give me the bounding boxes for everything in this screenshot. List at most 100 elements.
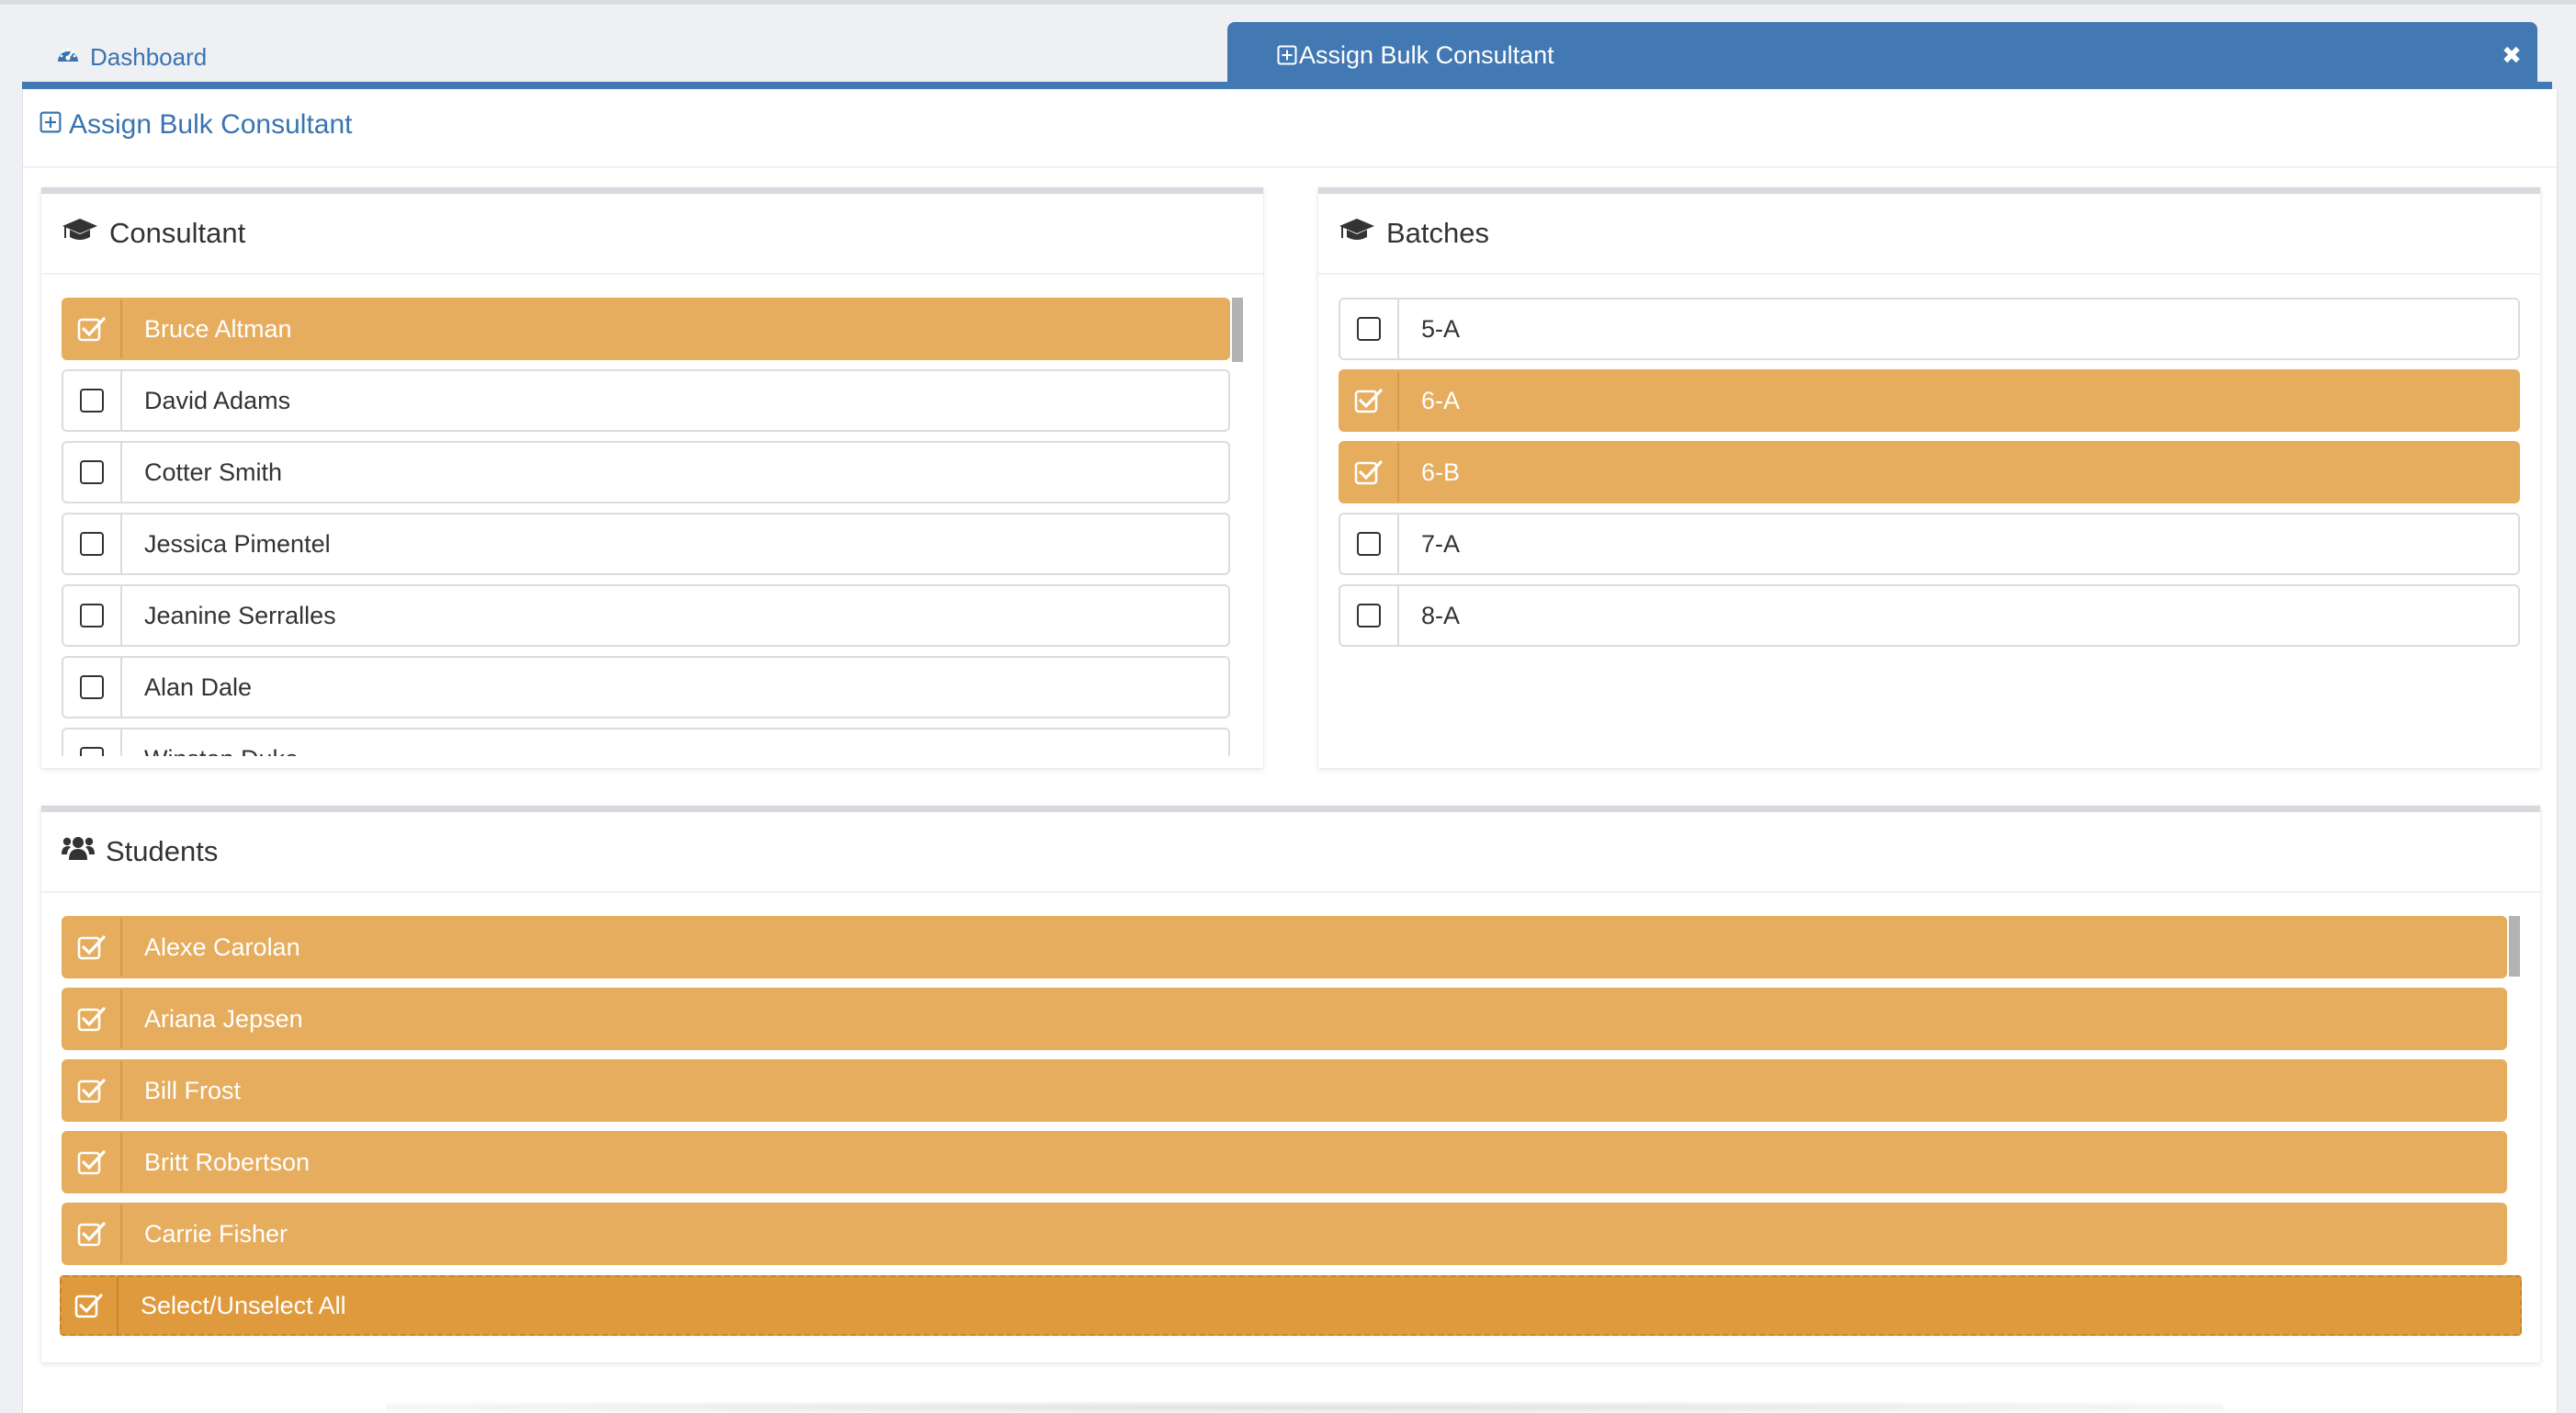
item-label: 8-A bbox=[1421, 601, 1461, 629]
select-all-checkbox[interactable] bbox=[62, 1277, 119, 1334]
list-item[interactable]: Alexe Carolan bbox=[62, 916, 2507, 978]
item-label: 5-A bbox=[1421, 314, 1461, 343]
item-checkbox[interactable] bbox=[1340, 586, 1399, 645]
empty-box-icon bbox=[80, 460, 104, 484]
list-item[interactable]: Britt Robertson bbox=[62, 1131, 2507, 1193]
checked-box-icon bbox=[77, 935, 106, 960]
batches-list[interactable]: 5-A 6-A 6-B 7-A 8-A bbox=[1339, 298, 2520, 756]
item-checkbox[interactable] bbox=[63, 1061, 122, 1120]
item-checkbox[interactable] bbox=[63, 1204, 122, 1263]
item-checkbox[interactable] bbox=[63, 300, 122, 358]
empty-box-icon bbox=[80, 747, 104, 756]
item-checkbox[interactable] bbox=[63, 1133, 122, 1192]
checked-box-icon bbox=[1354, 460, 1383, 485]
tab-dashboard-label: Dashboard bbox=[90, 42, 208, 71]
tab-underline bbox=[22, 82, 2552, 89]
item-checkbox[interactable] bbox=[1340, 443, 1399, 502]
item-checkbox[interactable] bbox=[63, 918, 122, 977]
item-checkbox[interactable] bbox=[1340, 300, 1399, 358]
plus-square-icon bbox=[40, 109, 62, 141]
empty-box-icon bbox=[1357, 317, 1381, 341]
item-label: David Adams bbox=[144, 386, 291, 414]
item-checkbox[interactable] bbox=[1340, 371, 1399, 430]
dashboard-icon bbox=[55, 43, 81, 72]
close-icon[interactable]: ✖ bbox=[2501, 43, 2523, 67]
students-scrollbar[interactable] bbox=[2509, 916, 2520, 977]
list-item[interactable]: Jessica Pimentel bbox=[62, 513, 1230, 575]
item-checkbox[interactable] bbox=[63, 443, 122, 502]
consultant-panel-header: Consultant bbox=[41, 194, 1263, 275]
list-item[interactable]: 6-A bbox=[1339, 369, 2520, 432]
consultant-panel-title: Consultant bbox=[109, 217, 246, 249]
item-checkbox[interactable] bbox=[1340, 514, 1399, 573]
bottom-shadow bbox=[386, 1402, 2223, 1413]
title-divider bbox=[23, 166, 2557, 168]
empty-box-icon bbox=[1357, 604, 1381, 627]
students-list[interactable]: Alexe Carolan Ariana Jepsen Bill Frost Brit… bbox=[62, 916, 2507, 1267]
checked-box-icon bbox=[77, 317, 106, 342]
checked-box-icon bbox=[77, 1222, 106, 1247]
item-label: 6-A bbox=[1421, 386, 1461, 414]
tab-assign-bulk-consultant[interactable]: Assign Bulk Consultant ✖ bbox=[1227, 22, 2537, 88]
plus-square-icon bbox=[1277, 43, 1297, 72]
page-title-text: Assign Bulk Consultant bbox=[69, 109, 353, 140]
item-label: Alan Dale bbox=[144, 673, 253, 701]
item-label: 6-B bbox=[1421, 458, 1461, 486]
top-border bbox=[0, 0, 2576, 5]
graduation-cap-icon bbox=[1339, 217, 1375, 250]
main-content: Assign Bulk Consultant Consultant Bruce … bbox=[22, 89, 2558, 1413]
select-all-label: Select/Unselect All bbox=[141, 1291, 346, 1319]
select-all-toggle[interactable]: Select/Unselect All bbox=[60, 1275, 2522, 1336]
batches-panel-title: Batches bbox=[1386, 217, 1490, 249]
list-item[interactable]: Jeanine Serralles bbox=[62, 584, 1230, 647]
item-label: Bruce Altman bbox=[144, 314, 292, 343]
tab-bar: Dashboard Assign Bulk Consultant ✖ bbox=[22, 20, 2548, 88]
batches-panel: Batches 5-A 6-A 6-B 7-A 8-A bbox=[1318, 187, 2540, 768]
item-label: 7-A bbox=[1421, 529, 1461, 558]
list-item[interactable]: 7-A bbox=[1339, 513, 2520, 575]
item-label: Carrie Fisher bbox=[144, 1219, 288, 1248]
consultant-scrollbar[interactable] bbox=[1232, 298, 1243, 362]
students-panel-title: Students bbox=[106, 835, 219, 867]
checked-box-icon bbox=[77, 1007, 106, 1032]
list-item[interactable]: David Adams bbox=[62, 369, 1230, 432]
consultant-list[interactable]: Bruce Altman David Adams Cotter Smith Jessi… bbox=[62, 298, 1230, 756]
users-icon bbox=[62, 834, 95, 869]
checked-box-icon bbox=[77, 1079, 106, 1103]
tab-assign-label: Assign Bulk Consultant bbox=[1299, 40, 1554, 69]
item-label: Cotter Smith bbox=[144, 458, 283, 486]
list-item[interactable]: 8-A bbox=[1339, 584, 2520, 647]
checked-box-icon bbox=[1354, 389, 1383, 413]
list-item[interactable]: Bill Frost bbox=[62, 1059, 2507, 1122]
list-item[interactable]: Winston Duke bbox=[62, 728, 1230, 756]
empty-box-icon bbox=[1357, 532, 1381, 556]
checked-box-icon bbox=[74, 1294, 103, 1318]
item-checkbox[interactable] bbox=[63, 586, 122, 645]
empty-box-icon bbox=[80, 675, 104, 699]
item-checkbox[interactable] bbox=[63, 729, 122, 756]
item-checkbox[interactable] bbox=[63, 514, 122, 573]
list-item[interactable]: 6-B bbox=[1339, 441, 2520, 503]
item-label: Ariana Jepsen bbox=[144, 1004, 303, 1033]
item-label: Jeanine Serralles bbox=[144, 601, 336, 629]
item-checkbox[interactable] bbox=[63, 371, 122, 430]
list-item[interactable]: 5-A bbox=[1339, 298, 2520, 360]
page-title: Assign Bulk Consultant bbox=[40, 109, 353, 141]
tab-dashboard[interactable]: Dashboard bbox=[55, 39, 207, 75]
item-label: Winston Duke bbox=[122, 745, 299, 757]
item-label: Jessica Pimentel bbox=[144, 529, 331, 558]
list-item[interactable]: Bruce Altman bbox=[62, 298, 1230, 360]
batches-panel-header: Batches bbox=[1318, 194, 2540, 275]
item-checkbox[interactable] bbox=[63, 989, 122, 1048]
consultant-panel: Consultant Bruce Altman David Adams Cotter… bbox=[41, 187, 1263, 768]
item-checkbox[interactable] bbox=[63, 658, 122, 717]
checked-box-icon bbox=[77, 1150, 106, 1175]
list-item[interactable]: Ariana Jepsen bbox=[62, 988, 2507, 1050]
list-item[interactable]: Carrie Fisher bbox=[62, 1203, 2507, 1265]
item-label: Britt Robertson bbox=[144, 1147, 311, 1176]
empty-box-icon bbox=[80, 389, 104, 413]
list-item[interactable]: Alan Dale bbox=[62, 656, 1230, 718]
list-item[interactable]: Cotter Smith bbox=[62, 441, 1230, 503]
item-label: Alexe Carolan bbox=[144, 933, 300, 961]
empty-box-icon bbox=[80, 604, 104, 627]
